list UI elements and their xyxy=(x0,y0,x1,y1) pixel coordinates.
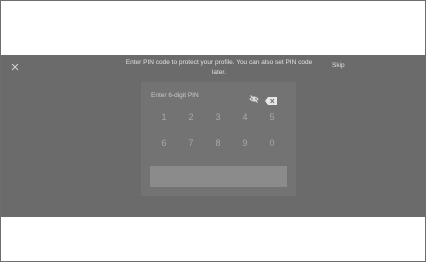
backspace-icon-glyph xyxy=(265,97,277,105)
backspace-icon[interactable] xyxy=(265,92,277,105)
key-5[interactable]: 5 xyxy=(259,110,285,124)
close-icon[interactable] xyxy=(9,62,21,74)
app-window: Enter PIN code to protect your profile. … xyxy=(0,0,426,262)
key-7[interactable]: 7 xyxy=(178,136,204,150)
key-3[interactable]: 3 xyxy=(205,110,231,124)
key-0[interactable]: 0 xyxy=(259,136,285,150)
skip-button[interactable]: Skip xyxy=(332,62,345,70)
confirm-button[interactable] xyxy=(150,166,287,187)
pin-input-prompt[interactable]: Enter 6-digit PIN xyxy=(151,92,199,100)
key-6[interactable]: 6 xyxy=(151,136,177,150)
pin-instructions: Enter PIN code to protect your profile. … xyxy=(125,59,313,76)
eye-off-icon-glyph xyxy=(249,95,259,103)
pin-setup-overlay: Enter PIN code to protect your profile. … xyxy=(1,55,425,217)
key-9[interactable]: 9 xyxy=(232,136,258,150)
pin-entry-panel: Enter 6-digit PIN 1 2 3 4 5 6 7 8 9 0 xyxy=(141,82,296,196)
key-8[interactable]: 8 xyxy=(205,136,231,150)
key-4[interactable]: 4 xyxy=(232,110,258,124)
key-2[interactable]: 2 xyxy=(178,110,204,124)
key-1[interactable]: 1 xyxy=(151,110,177,124)
close-icon-glyph xyxy=(11,63,19,71)
eye-off-icon[interactable] xyxy=(249,91,259,103)
